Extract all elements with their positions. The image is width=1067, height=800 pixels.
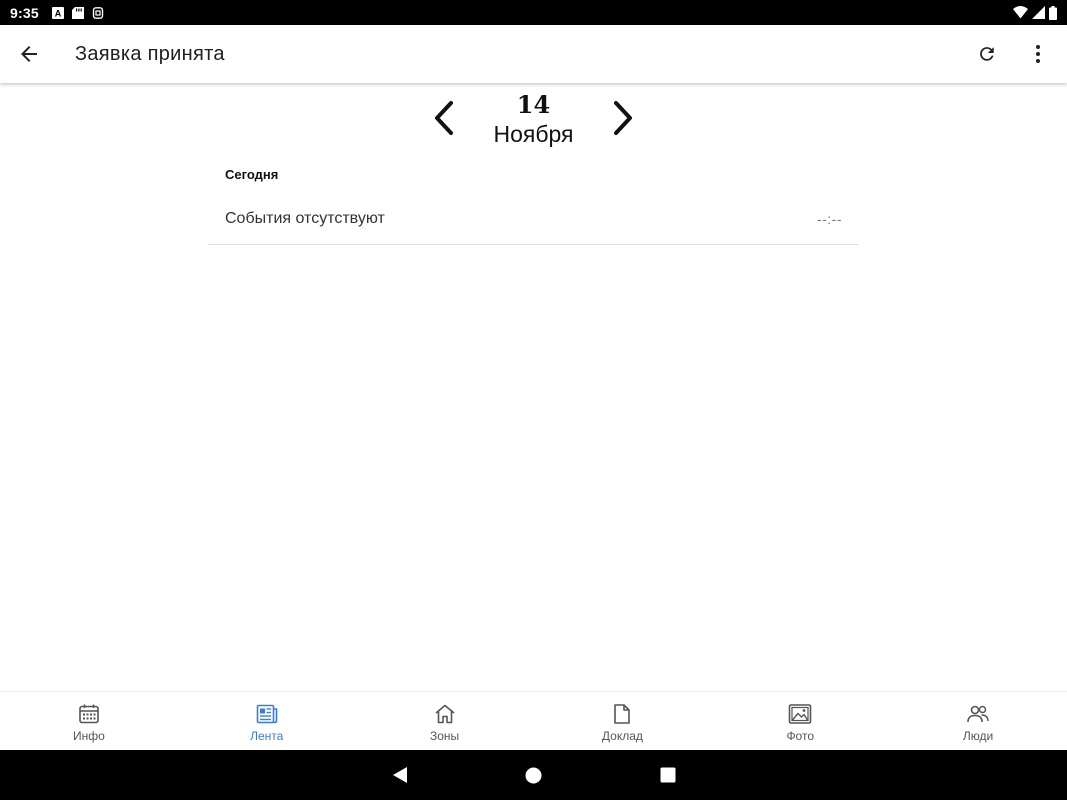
app-bar-actions [960,30,1062,78]
photo-icon [788,702,812,726]
date-display: 14 Ноября [493,91,573,146]
system-back-button[interactable] [333,750,467,800]
nav-label-zones: Зоны [429,728,460,743]
section-header-today: Сегодня [225,167,279,182]
next-day-button[interactable] [599,94,647,142]
date-navigator: 14 Ноября [420,87,647,149]
date-month: Ноября [493,120,574,147]
bottom-navigation: Инфо Лента Зоны Доклад Фото Люди [0,691,1067,750]
document-icon [610,702,634,726]
chevron-left-icon [435,101,453,135]
home-icon [433,702,457,726]
chevron-right-icon [614,101,632,135]
status-right-icons [1013,5,1057,20]
more-vert-icon [1036,45,1040,63]
recents-square-icon [660,767,675,783]
nav-item-people[interactable]: Люди [889,692,1067,750]
sd-card-icon [71,6,84,19]
calendar-icon [77,702,101,726]
signal-icon [1032,6,1045,19]
back-triangle-icon [392,767,407,783]
nav-label-photo: Фото [786,728,815,743]
nav-label-people: Люди [962,728,994,743]
nav-label-report: Доклад [601,728,643,743]
arrow-back-icon [21,46,37,62]
battery-icon [1049,5,1057,20]
svg-text:A: A [55,8,62,18]
a-badge-icon: A [51,6,64,19]
newspaper-icon [255,702,279,726]
system-recents-button[interactable] [601,750,735,800]
system-navigation-bar [0,750,1067,800]
prev-day-button[interactable] [420,94,468,142]
content-area: 14 Ноября Сегодня События отсутствуют --… [0,83,1067,691]
back-button[interactable] [5,30,53,78]
overflow-menu-button[interactable] [1014,30,1062,78]
status-left-icons: A [51,6,104,19]
status-bar: 9:35 A [0,0,1067,25]
status-time: 9:35 [10,4,39,21]
nav-label-info: Инфо [73,728,105,743]
sim-icon [92,6,104,19]
people-icon [966,702,990,726]
event-title: События отсутствуют [225,209,385,227]
date-day: 14 [516,89,551,119]
refresh-icon [980,47,994,61]
app-bar: Заявка принята [0,25,1067,83]
nav-item-feed[interactable]: Лента [178,692,356,750]
event-time: --:-- [816,210,842,227]
home-circle-icon [525,767,542,783]
nav-item-photo[interactable]: Фото [711,692,889,750]
page-title: Заявка принята [75,42,225,65]
refresh-button[interactable] [963,30,1011,78]
system-home-button[interactable] [467,750,601,800]
wifi-icon [1013,6,1028,19]
nav-label-feed: Лента [250,728,284,743]
nav-item-zones[interactable]: Зоны [356,692,534,750]
list-item[interactable]: События отсутствуют --:-- [208,193,859,245]
nav-item-report[interactable]: Доклад [533,692,711,750]
nav-item-info[interactable]: Инфо [0,692,178,750]
